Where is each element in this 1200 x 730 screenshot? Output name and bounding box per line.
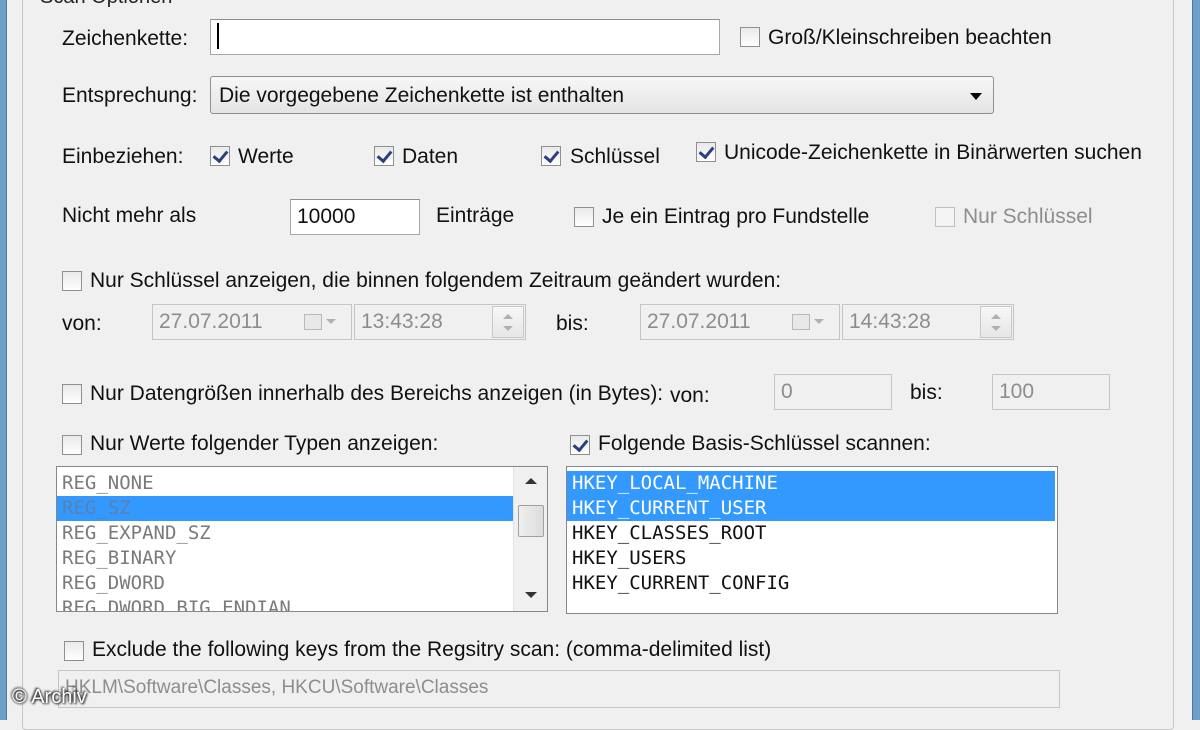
list-item[interactable]: HKEY_CURRENT_CONFIG (567, 571, 1055, 596)
datasize-to-input[interactable]: 100 (992, 374, 1110, 410)
calendar-icon (792, 314, 810, 330)
basekeys-checkbox[interactable] (570, 435, 590, 455)
arrow-up-icon (525, 478, 537, 484)
include-values-label: Werte (238, 145, 294, 168)
limit-input[interactable]: 10000 (290, 199, 420, 235)
datasize-label: Nur Datengrößen innerhalb des Bereichs a… (90, 382, 664, 405)
from-date-picker[interactable]: 27.07.2011 (152, 304, 352, 340)
case-sensitive-label: Groß/Kleinschreiben beachten (768, 26, 1052, 49)
group-title: Scan Optionen (34, 0, 179, 9)
match-dropdown[interactable]: Die vorgegebene Zeichenkette ist enthalt… (210, 76, 994, 114)
window-frame-right (1192, 0, 1200, 720)
datasize-checkbox[interactable] (62, 384, 82, 404)
timerange-checkbox[interactable] (62, 271, 82, 291)
include-data-checkbox[interactable] (374, 146, 394, 166)
include-label: Einbeziehen: (62, 145, 184, 168)
list-item[interactable]: HKEY_CURRENT_USER (567, 496, 1055, 521)
scroll-thumb[interactable] (518, 505, 544, 537)
case-sensitive-checkbox[interactable] (740, 27, 760, 47)
list-item[interactable]: REG_SZ (57, 496, 513, 521)
timerange-to-label: bis: (556, 312, 589, 335)
list-item[interactable]: HKEY_LOCAL_MACHINE (567, 471, 1055, 496)
list-item[interactable]: HKEY_USERS (567, 546, 1055, 571)
exclude-label: Exclude the following keys from the Regs… (92, 638, 772, 661)
timerange-label: Nur Schlüssel anzeigen, die binnen folge… (90, 269, 782, 292)
datasize-to-label: bis: (910, 381, 943, 404)
text-caret (217, 23, 219, 50)
scroll-up-button[interactable] (517, 469, 545, 493)
to-time-value: 14:43:28 (849, 310, 931, 333)
arrow-down-icon (525, 592, 537, 598)
watermark: © Archiv (12, 686, 87, 708)
from-time-spinner[interactable] (492, 306, 524, 338)
include-unicode-label: Unicode-Zeichenkette in Binärwerten such… (724, 141, 1142, 164)
list-item[interactable]: REG_BINARY (57, 546, 513, 571)
spin-down-icon (503, 326, 513, 331)
spin-down-icon (991, 326, 1001, 331)
one-per-match-label: Je ein Eintrag pro Fundstelle (602, 205, 870, 228)
from-time-value: 13:43:28 (361, 310, 443, 333)
list-item[interactable]: REG_DWORD (57, 571, 513, 596)
to-time-spinner[interactable] (980, 306, 1012, 338)
to-date-value: 27.07.2011 (647, 310, 751, 333)
chevron-down-icon (970, 93, 982, 100)
keys-only-label: Nur Schlüssel (963, 205, 1093, 228)
list-item[interactable]: HKEY_CLASSES_ROOT (567, 521, 1055, 546)
types-label: Nur Werte folgender Typen anzeigen: (90, 432, 439, 455)
chevron-down-icon (814, 319, 824, 324)
types-scrollbar[interactable] (513, 467, 547, 611)
include-data-label: Daten (402, 145, 459, 168)
chevron-down-icon (326, 319, 336, 324)
spin-up-icon (503, 314, 513, 319)
datasize-from-input[interactable]: 0 (774, 374, 892, 410)
list-item[interactable]: REG_DWORD_BIG_ENDIAN (57, 596, 513, 611)
spin-up-icon (991, 314, 1001, 319)
types-listbox[interactable]: REG_NONE REG_SZ REG_EXPAND_SZ REG_BINARY… (56, 466, 548, 612)
list-item[interactable]: REG_EXPAND_SZ (57, 521, 513, 546)
include-keys-checkbox[interactable] (541, 146, 561, 166)
search-label: Zeichenkette: (62, 27, 189, 50)
include-keys-label: Schlüssel (570, 145, 660, 168)
basekeys-label: Folgende Basis-Schlüssel scannen: (598, 432, 931, 455)
window-frame-left (0, 0, 7, 720)
scroll-down-button[interactable] (517, 583, 545, 607)
search-input[interactable] (210, 19, 720, 55)
exclude-checkbox[interactable] (64, 641, 84, 661)
keys-only-checkbox[interactable] (935, 207, 955, 227)
match-label: Entsprechung: (62, 84, 198, 107)
exclude-input[interactable]: HKLM\Software\Classes, HKCU\Software\Cla… (58, 670, 1060, 708)
limit-unit-label: Einträge (436, 204, 515, 227)
include-values-checkbox[interactable] (210, 146, 230, 166)
include-unicode-checkbox[interactable] (696, 142, 716, 162)
timerange-from-label: von: (62, 312, 102, 335)
from-date-value: 27.07.2011 (159, 310, 263, 333)
types-checkbox[interactable] (62, 435, 82, 455)
list-item[interactable]: REG_NONE (57, 471, 513, 496)
to-date-picker[interactable]: 27.07.2011 (640, 304, 840, 340)
match-dropdown-value: Die vorgegebene Zeichenkette ist enthalt… (219, 84, 625, 107)
limit-label: Nicht mehr als (62, 204, 197, 227)
basekeys-listbox[interactable]: HKEY_LOCAL_MACHINE HKEY_CURRENT_USER HKE… (566, 466, 1058, 614)
datasize-from-label: von: (670, 384, 710, 407)
calendar-icon (304, 314, 322, 330)
one-per-match-checkbox[interactable] (574, 207, 594, 227)
